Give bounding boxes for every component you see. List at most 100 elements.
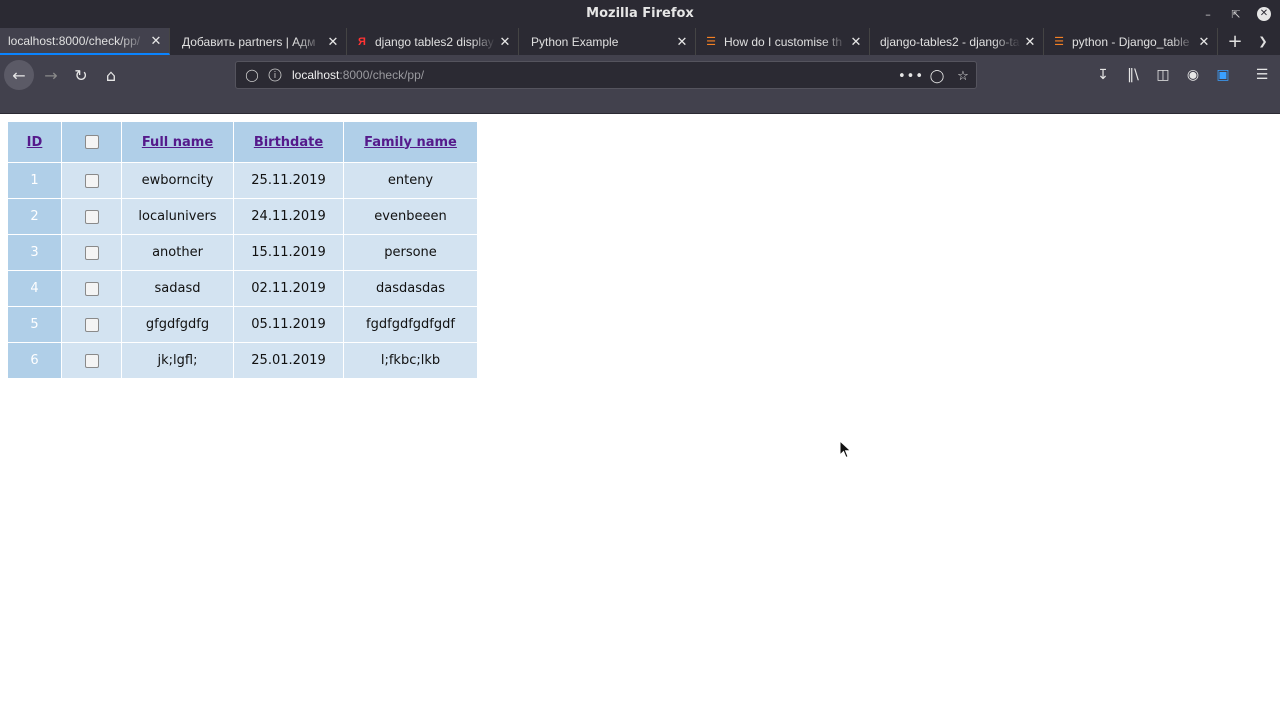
back-arrow-icon[interactable]: ← xyxy=(4,60,34,90)
cell-birthdate: 25.01.2019 xyxy=(233,342,344,379)
close-tab-icon[interactable]: ✕ xyxy=(147,33,165,49)
forward-arrow-icon[interactable]: → xyxy=(36,60,66,90)
hamburger-menu-icon[interactable]: ☰ xyxy=(1252,65,1272,85)
home-icon[interactable]: ⌂ xyxy=(96,60,126,90)
row-checkbox[interactable] xyxy=(84,317,99,332)
table-row: 5 gfgdfgdfg 05.11.2019 fgdfgdfgdfgdf xyxy=(7,306,478,343)
cell-full-name: sadasd xyxy=(121,270,234,307)
bookmark-star-icon[interactable]: ☆ xyxy=(954,67,972,85)
reload-icon[interactable]: ↻ xyxy=(66,60,96,90)
sort-full-name-link[interactable]: Full name xyxy=(142,135,213,150)
sort-birthdate-link[interactable]: Birthdate xyxy=(254,135,323,150)
tab-django-tables2-docs[interactable]: django-tables2 - django-ta ✕ xyxy=(870,28,1044,55)
tab-label: django tables2 display xyxy=(375,34,494,49)
close-tab-icon[interactable]: ✕ xyxy=(324,34,342,50)
column-header-full-name[interactable]: Full name xyxy=(121,121,234,163)
url-path: :8000/check/pp/ xyxy=(339,68,425,82)
cell-family-name: persone xyxy=(343,234,478,271)
cell-family-name: fgdfgdfgdfgdf xyxy=(343,306,478,343)
cell-family-name: enteny xyxy=(343,162,478,199)
table-row: 4 sadasd 02.11.2019 dasdasdas xyxy=(7,270,478,307)
tab-label: python - Django_table xyxy=(1072,34,1190,49)
extension-icon[interactable]: ▣ xyxy=(1213,65,1233,85)
people-table: ID Full name Birthdate Family name 1 ewb… xyxy=(7,121,478,379)
cell-select xyxy=(61,234,122,271)
list-all-tabs-icon[interactable]: ❯ xyxy=(1252,28,1274,55)
navigation-toolbar: ← → ↻ ⌂ ◯ i localhost:8000/check/pp/ •••… xyxy=(0,55,1280,95)
toolbar-separator xyxy=(0,95,1280,114)
tab-python-example[interactable]: Python Example ✕ xyxy=(519,28,696,55)
account-icon[interactable]: ◉ xyxy=(1183,65,1203,85)
cell-select xyxy=(61,162,122,199)
cell-select xyxy=(61,270,122,307)
tab-django-tables2-display[interactable]: Я django tables2 display ✕ xyxy=(347,28,519,55)
tab-label: Python Example xyxy=(531,34,619,49)
row-checkbox[interactable] xyxy=(84,245,99,260)
column-header-id[interactable]: ID xyxy=(7,121,62,163)
tab-label: Добавить partners | Адм xyxy=(182,34,316,49)
tab-label: localhost:8000/check/pp/ xyxy=(8,33,141,48)
table-row: 6 jk;lgfl; 25.01.2019 l;fkbc;lkb xyxy=(7,342,478,379)
window-title: Mozilla Firefox xyxy=(586,6,694,21)
column-header-birthdate[interactable]: Birthdate xyxy=(233,121,344,163)
cell-full-name: ewborncity xyxy=(121,162,234,199)
cell-full-name: jk;lgfl; xyxy=(121,342,234,379)
window-titlebar: Mozilla Firefox – ⇱ ✕ xyxy=(0,0,1280,28)
cell-id: 2 xyxy=(7,198,62,235)
cell-family-name: l;fkbc;lkb xyxy=(343,342,478,379)
page-content: ID Full name Birthdate Family name 1 ewb… xyxy=(0,114,1280,722)
cell-id: 1 xyxy=(7,162,62,199)
cell-id: 4 xyxy=(7,270,62,307)
cell-select xyxy=(61,306,122,343)
select-all-checkbox[interactable] xyxy=(84,135,99,149)
cell-full-name: gfgdfgdfg xyxy=(121,306,234,343)
close-tab-icon[interactable]: ✕ xyxy=(1021,34,1039,50)
url-host: localhost xyxy=(292,68,340,82)
tab-how-do-i-customise[interactable]: ☰ How do I customise th ✕ xyxy=(696,28,870,55)
address-bar[interactable]: ◯ i localhost:8000/check/pp/ ••• ◯ ☆ xyxy=(235,61,977,89)
tab-strip: localhost:8000/check/pp/ ✕ Добавить part… xyxy=(0,28,1280,55)
row-checkbox[interactable] xyxy=(84,353,99,368)
cell-select xyxy=(61,342,122,379)
row-checkbox[interactable] xyxy=(84,173,99,188)
cell-birthdate: 25.11.2019 xyxy=(233,162,344,199)
minimize-icon[interactable]: – xyxy=(1198,4,1218,24)
close-tab-icon[interactable]: ✕ xyxy=(847,34,865,50)
cell-full-name: another xyxy=(121,234,234,271)
stackoverflow-icon: ☰ xyxy=(706,36,716,48)
tab-python-django-table[interactable]: ☰ python - Django_table ✕ xyxy=(1044,28,1218,55)
cell-family-name: evenbeeen xyxy=(343,198,478,235)
close-tab-icon[interactable]: ✕ xyxy=(1195,34,1213,50)
table-row: 2 localunivers 24.11.2019 evenbeeen xyxy=(7,198,478,235)
cell-full-name: localunivers xyxy=(121,198,234,235)
column-header-select xyxy=(61,121,122,163)
cell-birthdate: 15.11.2019 xyxy=(233,234,344,271)
close-window-icon[interactable]: ✕ xyxy=(1254,4,1274,24)
url-text[interactable]: localhost:8000/check/pp/ xyxy=(292,68,424,82)
maximize-icon[interactable]: ⇱ xyxy=(1226,4,1246,24)
row-checkbox[interactable] xyxy=(84,209,99,224)
tab-check-pp[interactable]: localhost:8000/check/pp/ ✕ xyxy=(0,28,170,55)
site-info-icon[interactable]: i xyxy=(268,68,282,82)
cell-id: 3 xyxy=(7,234,62,271)
downloads-icon[interactable]: ↧ xyxy=(1093,65,1113,85)
cell-birthdate: 02.11.2019 xyxy=(233,270,344,307)
new-tab-icon[interactable]: + xyxy=(1224,28,1246,55)
tracking-shield-icon[interactable]: ◯ xyxy=(244,67,260,83)
pocket-icon[interactable]: ◯ xyxy=(928,67,946,85)
column-header-family-name[interactable]: Family name xyxy=(343,121,478,163)
yandex-icon: Я xyxy=(358,35,366,48)
sort-id-link[interactable]: ID xyxy=(27,135,43,150)
row-checkbox[interactable] xyxy=(84,281,99,296)
close-tab-icon[interactable]: ✕ xyxy=(673,34,691,50)
close-tab-icon[interactable]: ✕ xyxy=(496,34,514,50)
sidebar-icon[interactable]: ◫ xyxy=(1153,65,1173,85)
cell-birthdate: 05.11.2019 xyxy=(233,306,344,343)
table-row: 3 another 15.11.2019 persone xyxy=(7,234,478,271)
sort-family-name-link[interactable]: Family name xyxy=(364,135,457,150)
library-icon[interactable]: ‖\ xyxy=(1123,65,1143,85)
table-header-row: ID Full name Birthdate Family name xyxy=(7,121,478,163)
tab-add-partners[interactable]: Добавить partners | Адм ✕ xyxy=(170,28,347,55)
cell-select xyxy=(61,198,122,235)
page-actions-icon[interactable]: ••• xyxy=(898,67,923,85)
